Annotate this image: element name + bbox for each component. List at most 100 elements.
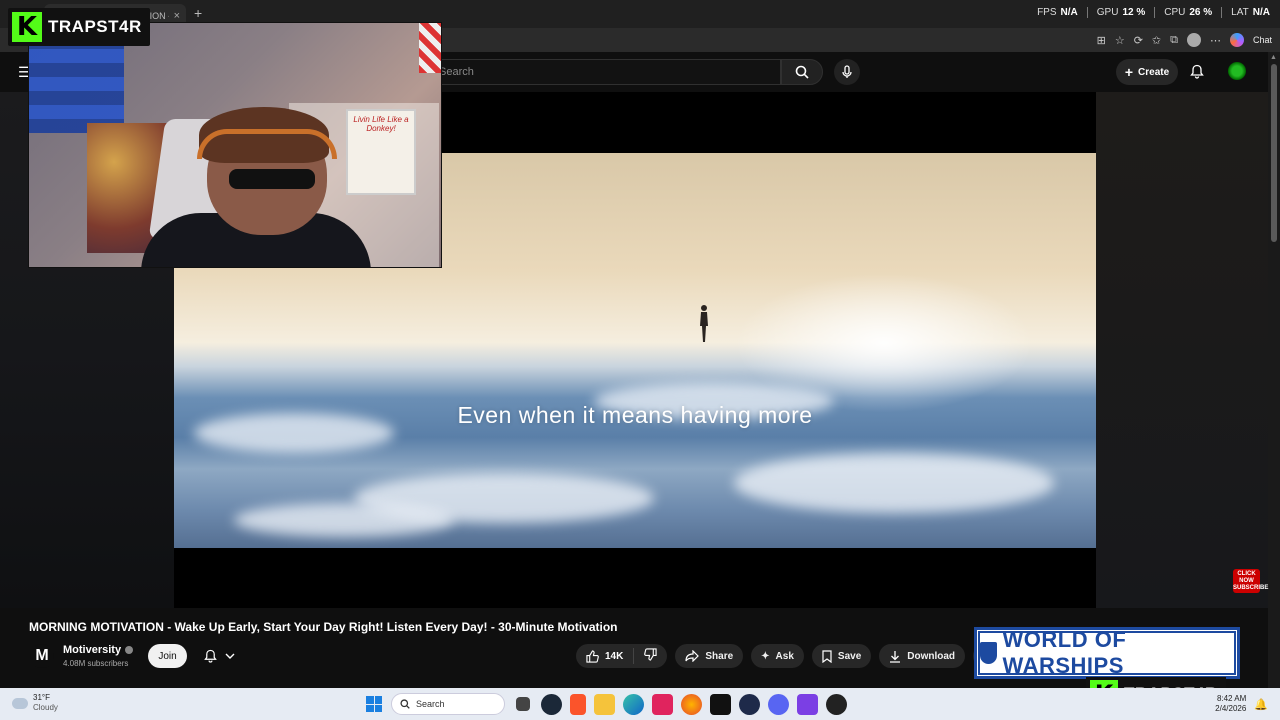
edge-icon[interactable] bbox=[623, 693, 644, 715]
share-button[interactable]: Share bbox=[675, 644, 744, 668]
search-input[interactable]: Search bbox=[428, 59, 781, 85]
kick-streamer-badge: K TRAPST4R bbox=[8, 8, 150, 46]
close-tab-icon[interactable]: × bbox=[174, 10, 180, 22]
save-button[interactable]: Save bbox=[811, 644, 872, 668]
notifications-bell-icon[interactable] bbox=[1190, 64, 1204, 79]
weather-desc: Cloudy bbox=[33, 703, 58, 712]
stat-gpu: GPU 12 % bbox=[1088, 7, 1156, 18]
donkey-poster: Livin Life Like a Donkey! bbox=[346, 109, 416, 195]
download-icon bbox=[890, 650, 901, 663]
kick-logo-icon: K bbox=[12, 12, 42, 42]
windows-taskbar: 31°F Cloudy Search 8:42 AM 2/4/2026 🔔 bbox=[0, 688, 1280, 720]
capcut-icon[interactable] bbox=[652, 693, 673, 715]
channel-name[interactable]: Motiversity bbox=[63, 644, 121, 656]
click-now-subscribe-badge: CLICK NOW SUBSCRIBE bbox=[1233, 569, 1269, 593]
ask-label: Ask bbox=[775, 650, 794, 662]
share-label: Share bbox=[705, 650, 734, 662]
notification-icon[interactable]: 🔔 bbox=[1254, 698, 1268, 711]
streamer-name: TRAPST4R bbox=[48, 17, 142, 36]
sunglasses bbox=[229, 169, 315, 189]
thumbs-down-icon bbox=[644, 648, 657, 661]
user-avatar[interactable] bbox=[1228, 62, 1246, 80]
banner-text: WORLD OF WARSHIPS bbox=[1002, 627, 1127, 678]
collections-icon[interactable]: ⧉ bbox=[1170, 34, 1178, 47]
voice-search-button[interactable] bbox=[834, 59, 860, 85]
taskbar-search[interactable]: Search bbox=[391, 693, 505, 715]
weather-widget[interactable]: 31°F Cloudy bbox=[12, 693, 58, 713]
clock-time: 8:42 AM bbox=[1216, 694, 1247, 703]
browser-toolbar-icons: ⊞ ☆ ⟳ ✩ ⧉ ⋯ Chat bbox=[1097, 33, 1272, 47]
chat-label[interactable]: Chat bbox=[1253, 35, 1272, 45]
sparkle-icon: ✦ bbox=[761, 650, 770, 662]
chevron-down-icon bbox=[225, 653, 234, 659]
bookmark-icon bbox=[822, 649, 832, 663]
windows-start-icon[interactable] bbox=[365, 695, 383, 713]
scroll-up-icon[interactable]: ▲ bbox=[1270, 54, 1277, 61]
stat-cpu: CPU 26 % bbox=[1155, 7, 1223, 18]
create-label: Create bbox=[1138, 66, 1170, 78]
calendar-app-icon[interactable] bbox=[797, 693, 818, 715]
thumbs-up-icon bbox=[586, 649, 599, 663]
page-scrollbar[interactable]: ▲ bbox=[1268, 52, 1280, 688]
ambient-right bbox=[1096, 92, 1268, 608]
search-icon bbox=[795, 65, 809, 79]
bell-icon bbox=[203, 649, 217, 663]
favorites-icon[interactable]: ✩ bbox=[1152, 34, 1161, 47]
dislike-button[interactable] bbox=[634, 648, 667, 664]
walking-person-figure bbox=[700, 305, 708, 342]
video-title: MORNING MOTIVATION - Wake Up Early, Star… bbox=[29, 620, 618, 634]
share-icon bbox=[685, 650, 700, 662]
download-button[interactable]: Download bbox=[879, 644, 966, 668]
scrollbar-thumb[interactable] bbox=[1271, 64, 1277, 242]
like-count: 14K bbox=[605, 650, 624, 662]
taskbar-search-label: Search bbox=[416, 699, 445, 709]
clock[interactable]: 8:42 AM 2/4/2026 bbox=[1215, 694, 1246, 714]
firefox-icon[interactable] bbox=[681, 693, 702, 715]
stat-lat: LAT N/A bbox=[1231, 7, 1270, 18]
video-caption: Even when it means having more bbox=[457, 402, 813, 428]
ask-button[interactable]: ✦ Ask bbox=[751, 644, 804, 668]
stat-fps: FPS N/A bbox=[1028, 7, 1088, 18]
weather-temp: 31°F bbox=[33, 693, 50, 702]
download-label: Download bbox=[907, 650, 956, 662]
copilot-icon[interactable] bbox=[1229, 33, 1244, 47]
join-button[interactable]: Join bbox=[148, 644, 187, 668]
file-explorer-icon[interactable] bbox=[594, 693, 615, 715]
profile-avatar[interactable] bbox=[1186, 33, 1201, 47]
world-of-warships-banner: WORLD OF WARSHIPS bbox=[974, 627, 1240, 679]
subscription-bell-button[interactable] bbox=[194, 644, 244, 668]
steam-icon[interactable] bbox=[541, 693, 562, 715]
channel-avatar[interactable]: M bbox=[30, 644, 54, 668]
streamer-webcam: Livin Life Like a Donkey! bbox=[28, 22, 442, 268]
like-button[interactable]: 14K bbox=[576, 648, 635, 664]
wall-poster bbox=[29, 43, 124, 133]
save-label: Save bbox=[837, 650, 862, 662]
microphone-icon bbox=[842, 65, 852, 78]
create-button[interactable]: + Create bbox=[1116, 59, 1178, 85]
warships-shield-icon bbox=[980, 642, 997, 664]
extensions-icon[interactable]: ⟳ bbox=[1134, 34, 1143, 47]
system-tray: 8:42 AM 2/4/2026 🔔 bbox=[1215, 694, 1268, 714]
like-dislike-group: 14K bbox=[576, 644, 668, 668]
cloud bbox=[234, 503, 454, 537]
new-tab-button[interactable]: + bbox=[194, 5, 202, 21]
more-icon[interactable]: ⋯ bbox=[1210, 34, 1221, 47]
app-icon[interactable] bbox=[739, 693, 760, 715]
headphones bbox=[197, 129, 337, 159]
plus-icon: + bbox=[1124, 64, 1134, 80]
brave-icon[interactable] bbox=[570, 693, 586, 715]
subscriber-count: 4.08M subscribers bbox=[63, 659, 129, 668]
search-icon bbox=[400, 699, 410, 709]
apps-icon[interactable]: ⊞ bbox=[1097, 34, 1106, 47]
performance-overlay: FPS N/A GPU 12 % CPU 26 % LAT N/A bbox=[1028, 7, 1270, 18]
cloud-icon bbox=[12, 697, 28, 709]
search-button[interactable] bbox=[781, 59, 823, 85]
taskbar-icons: Search bbox=[365, 693, 847, 715]
task-view-icon[interactable] bbox=[516, 697, 530, 711]
nvidia-icon[interactable] bbox=[710, 693, 731, 715]
discord-icon[interactable] bbox=[768, 693, 789, 715]
favorite-star-icon[interactable]: ☆ bbox=[1115, 34, 1125, 47]
banner-inner: WORLD OF WARSHIPS bbox=[978, 627, 1236, 678]
channel-name-row[interactable]: Motiversity bbox=[63, 644, 134, 656]
obs-icon[interactable] bbox=[826, 693, 847, 715]
